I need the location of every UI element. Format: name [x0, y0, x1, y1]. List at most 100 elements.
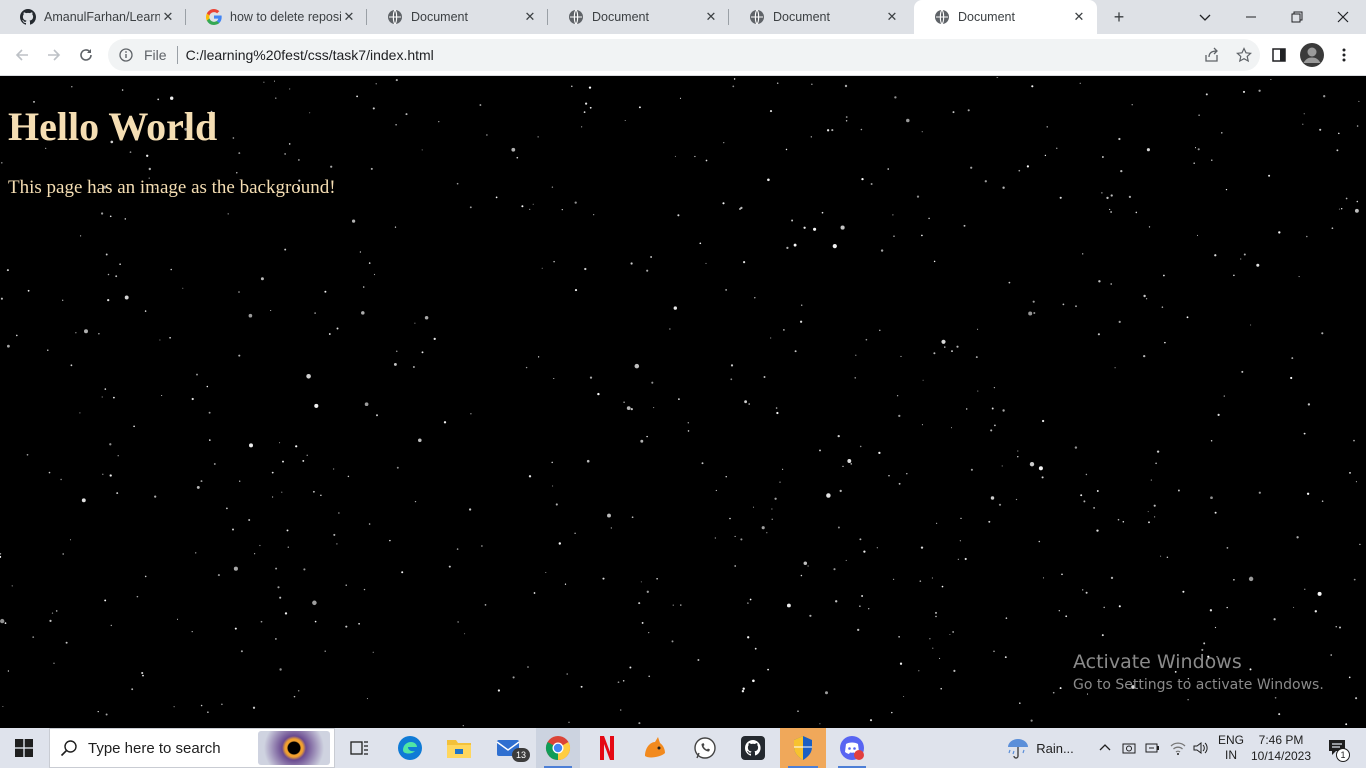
side-panel-button[interactable]	[1263, 39, 1295, 71]
star	[1341, 208, 1343, 210]
taskbar-discord[interactable]	[830, 728, 874, 768]
star	[922, 379, 924, 381]
meet-now-button[interactable]	[1118, 728, 1140, 768]
star	[705, 262, 707, 264]
star-icon[interactable]	[1228, 39, 1260, 71]
back-button[interactable]	[6, 39, 38, 71]
star	[1083, 500, 1086, 503]
clock[interactable]: 7:46 PM 10/14/2023	[1248, 728, 1314, 768]
star	[1041, 419, 1045, 423]
star	[113, 396, 115, 399]
star	[32, 636, 35, 638]
info-icon[interactable]	[118, 47, 134, 63]
tab-strip: AmanulFarhan/Learni ✕ how to delete repo…	[0, 0, 1366, 34]
star	[825, 691, 828, 695]
restore-button[interactable]	[1274, 0, 1320, 34]
star	[597, 392, 600, 396]
menu-button[interactable]	[1328, 39, 1360, 71]
reload-button[interactable]	[70, 39, 102, 71]
taskbar-edge[interactable]	[390, 728, 430, 768]
star	[1355, 697, 1358, 700]
star	[996, 77, 999, 78]
star	[1358, 100, 1360, 102]
star	[227, 213, 229, 215]
tab-document-active[interactable]: Document ✕	[914, 0, 1097, 34]
star	[674, 155, 676, 157]
close-window-button[interactable]	[1320, 0, 1366, 34]
taskbar-security-shield[interactable]	[780, 728, 826, 768]
star	[782, 468, 784, 470]
taskbar-fox-app[interactable]	[634, 728, 676, 768]
taskbar-search-box[interactable]: Type here to search	[49, 728, 335, 768]
taskbar-github-desktop[interactable]	[732, 728, 774, 768]
star	[53, 662, 55, 664]
language-indicator[interactable]: ENG IN	[1214, 728, 1248, 768]
close-tab-icon[interactable]: ✕	[160, 9, 176, 25]
star	[512, 676, 515, 679]
star	[373, 273, 376, 276]
battery-button[interactable]	[1142, 728, 1164, 768]
star	[124, 295, 129, 300]
tab-search-button[interactable]	[1182, 0, 1228, 34]
close-tab-icon[interactable]: ✕	[522, 9, 538, 25]
chevron-down-icon	[1199, 14, 1211, 21]
tab-document-2[interactable]: Document ✕	[548, 0, 729, 34]
umbrella-rain-icon	[1008, 739, 1029, 759]
close-tab-icon[interactable]: ✕	[703, 9, 719, 25]
address-bar[interactable]: File C:/learning%20fest/css/task7/index.…	[108, 39, 1260, 71]
star	[1002, 409, 1005, 412]
star	[414, 500, 417, 503]
profile-avatar[interactable]	[1296, 39, 1328, 71]
minimize-button[interactable]	[1228, 0, 1274, 34]
weather-widget[interactable]: Rain...	[1000, 728, 1080, 768]
star	[783, 329, 785, 331]
taskbar-chrome[interactable]	[536, 728, 580, 768]
star	[333, 468, 335, 470]
notification-center-button[interactable]: 1	[1318, 728, 1358, 768]
star	[234, 627, 237, 630]
tab-google-search[interactable]: how to delete reposit ✕	[186, 0, 367, 34]
forward-button[interactable]	[38, 39, 70, 71]
tab-document-1[interactable]: Document ✕	[367, 0, 548, 34]
star	[495, 196, 498, 199]
tab-github[interactable]: AmanulFarhan/Learni ✕	[0, 0, 186, 34]
taskbar-whatsapp[interactable]	[684, 728, 726, 768]
star	[610, 527, 612, 529]
camera-icon	[1122, 743, 1136, 754]
start-button[interactable]	[0, 728, 48, 768]
star	[1303, 432, 1306, 435]
star	[921, 131, 923, 133]
star	[1103, 606, 1105, 609]
star	[743, 261, 746, 264]
star	[920, 546, 924, 549]
star	[260, 620, 263, 623]
url-text[interactable]: C:/learning%20fest/css/task7/index.html	[186, 47, 1196, 63]
show-hidden-icons-button[interactable]	[1094, 728, 1116, 768]
star	[287, 546, 290, 548]
taskbar-file-explorer[interactable]	[438, 728, 480, 768]
star	[51, 612, 54, 614]
star	[1250, 324, 1252, 326]
taskbar-mail[interactable]: 13	[488, 728, 530, 768]
star	[284, 248, 287, 251]
task-view-button[interactable]	[340, 728, 380, 768]
close-tab-icon[interactable]: ✕	[341, 9, 357, 25]
star	[1348, 676, 1351, 679]
star	[669, 328, 671, 330]
star	[794, 350, 797, 353]
volume-button[interactable]	[1190, 728, 1212, 768]
star	[1345, 723, 1348, 726]
taskbar-netflix[interactable]	[586, 728, 628, 768]
tab-document-3[interactable]: Document ✕	[729, 0, 910, 34]
share-icon[interactable]	[1196, 39, 1228, 71]
close-tab-icon[interactable]: ✕	[884, 9, 900, 25]
star	[786, 603, 791, 608]
star	[861, 595, 864, 597]
network-button[interactable]	[1166, 728, 1190, 768]
close-tab-icon[interactable]: ✕	[1071, 9, 1087, 25]
star	[819, 449, 821, 452]
star	[1339, 626, 1341, 629]
new-tab-button[interactable]: +	[1105, 3, 1133, 31]
star	[1028, 311, 1033, 316]
star	[248, 313, 253, 318]
